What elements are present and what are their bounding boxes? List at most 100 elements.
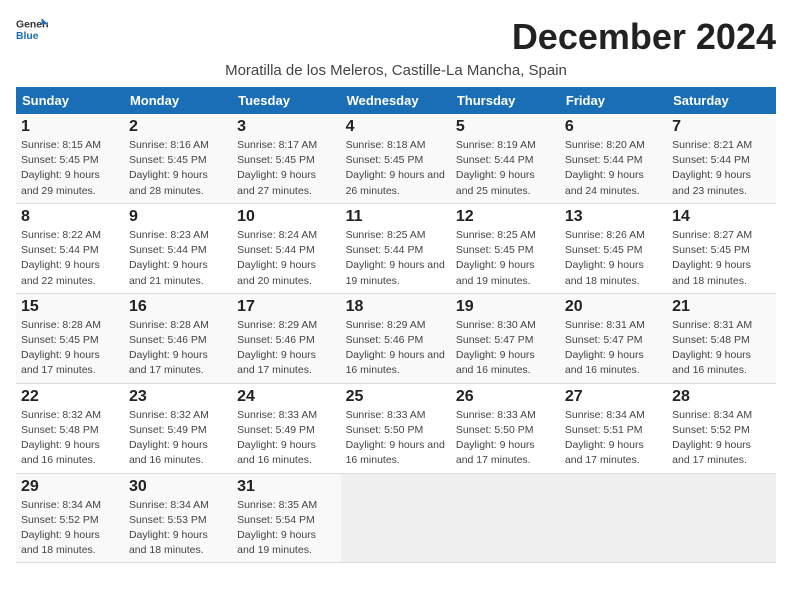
day-info: Sunrise: 8:29 AMSunset: 5:46 PMDaylight:… xyxy=(346,319,445,377)
calendar-body: 1 Sunrise: 8:15 AMSunset: 5:45 PMDayligh… xyxy=(16,114,776,563)
day-info: Sunrise: 8:25 AMSunset: 5:44 PMDaylight:… xyxy=(346,229,445,287)
calendar-cell: 23 Sunrise: 8:32 AMSunset: 5:49 PMDaylig… xyxy=(124,383,232,473)
day-info: Sunrise: 8:32 AMSunset: 5:49 PMDaylight:… xyxy=(129,409,209,467)
weekday-header-tuesday: Tuesday xyxy=(232,87,340,114)
calendar-cell: 1 Sunrise: 8:15 AMSunset: 5:45 PMDayligh… xyxy=(16,114,124,203)
day-info: Sunrise: 8:29 AMSunset: 5:46 PMDaylight:… xyxy=(237,319,317,377)
calendar-cell: 25 Sunrise: 8:33 AMSunset: 5:50 PMDaylig… xyxy=(341,383,451,473)
day-number: 17 xyxy=(237,298,335,316)
calendar-cell: 11 Sunrise: 8:25 AMSunset: 5:44 PMDaylig… xyxy=(341,203,451,293)
day-info: Sunrise: 8:30 AMSunset: 5:47 PMDaylight:… xyxy=(456,319,536,377)
day-number: 9 xyxy=(129,208,227,226)
calendar-cell: 29 Sunrise: 8:34 AMSunset: 5:52 PMDaylig… xyxy=(16,473,124,563)
calendar-table: SundayMondayTuesdayWednesdayThursdayFrid… xyxy=(16,87,776,563)
calendar-cell: 24 Sunrise: 8:33 AMSunset: 5:49 PMDaylig… xyxy=(232,383,340,473)
calendar-cell: 4 Sunrise: 8:18 AMSunset: 5:45 PMDayligh… xyxy=(341,114,451,203)
svg-text:Blue: Blue xyxy=(16,31,39,42)
day-number: 2 xyxy=(129,118,227,136)
day-info: Sunrise: 8:21 AMSunset: 5:44 PMDaylight:… xyxy=(672,139,752,197)
day-info: Sunrise: 8:33 AMSunset: 5:50 PMDaylight:… xyxy=(346,409,445,467)
calendar-cell: 7 Sunrise: 8:21 AMSunset: 5:44 PMDayligh… xyxy=(667,114,776,203)
day-info: Sunrise: 8:20 AMSunset: 5:44 PMDaylight:… xyxy=(565,139,645,197)
weekday-header-friday: Friday xyxy=(560,87,667,114)
weekday-header-wednesday: Wednesday xyxy=(341,87,451,114)
calendar-cell: 12 Sunrise: 8:25 AMSunset: 5:45 PMDaylig… xyxy=(451,203,560,293)
day-info: Sunrise: 8:18 AMSunset: 5:45 PMDaylight:… xyxy=(346,139,445,197)
day-number: 16 xyxy=(129,298,227,316)
day-number: 5 xyxy=(456,118,555,136)
day-number: 26 xyxy=(456,388,555,406)
day-number: 30 xyxy=(129,478,227,496)
day-info: Sunrise: 8:28 AMSunset: 5:46 PMDaylight:… xyxy=(129,319,209,377)
day-number: 11 xyxy=(346,208,446,226)
calendar-cell: 8 Sunrise: 8:22 AMSunset: 5:44 PMDayligh… xyxy=(16,203,124,293)
day-number: 10 xyxy=(237,208,335,226)
calendar-week-row: 15 Sunrise: 8:28 AMSunset: 5:45 PMDaylig… xyxy=(16,293,776,383)
location-title: Moratilla de los Meleros, Castille-La Ma… xyxy=(16,62,776,79)
day-info: Sunrise: 8:35 AMSunset: 5:54 PMDaylight:… xyxy=(237,499,317,557)
day-info: Sunrise: 8:33 AMSunset: 5:50 PMDaylight:… xyxy=(456,409,536,467)
day-info: Sunrise: 8:16 AMSunset: 5:45 PMDaylight:… xyxy=(129,139,209,197)
day-number: 23 xyxy=(129,388,227,406)
day-number: 31 xyxy=(237,478,335,496)
day-info: Sunrise: 8:34 AMSunset: 5:52 PMDaylight:… xyxy=(21,499,101,557)
calendar-cell xyxy=(667,473,776,563)
day-info: Sunrise: 8:31 AMSunset: 5:47 PMDaylight:… xyxy=(565,319,645,377)
day-number: 14 xyxy=(672,208,771,226)
day-info: Sunrise: 8:23 AMSunset: 5:44 PMDaylight:… xyxy=(129,229,209,287)
calendar-week-row: 29 Sunrise: 8:34 AMSunset: 5:52 PMDaylig… xyxy=(16,473,776,563)
day-number: 25 xyxy=(346,388,446,406)
day-number: 27 xyxy=(565,388,662,406)
calendar-cell: 15 Sunrise: 8:28 AMSunset: 5:45 PMDaylig… xyxy=(16,293,124,383)
day-number: 19 xyxy=(456,298,555,316)
day-number: 12 xyxy=(456,208,555,226)
logo-icon: General Blue xyxy=(16,16,48,44)
calendar-cell xyxy=(560,473,667,563)
day-number: 24 xyxy=(237,388,335,406)
weekday-header-sunday: Sunday xyxy=(16,87,124,114)
calendar-cell xyxy=(341,473,451,563)
day-info: Sunrise: 8:25 AMSunset: 5:45 PMDaylight:… xyxy=(456,229,536,287)
calendar-cell: 28 Sunrise: 8:34 AMSunset: 5:52 PMDaylig… xyxy=(667,383,776,473)
day-number: 18 xyxy=(346,298,446,316)
calendar-cell: 30 Sunrise: 8:34 AMSunset: 5:53 PMDaylig… xyxy=(124,473,232,563)
day-info: Sunrise: 8:24 AMSunset: 5:44 PMDaylight:… xyxy=(237,229,317,287)
calendar-cell: 2 Sunrise: 8:16 AMSunset: 5:45 PMDayligh… xyxy=(124,114,232,203)
day-info: Sunrise: 8:15 AMSunset: 5:45 PMDaylight:… xyxy=(21,139,101,197)
calendar-week-row: 1 Sunrise: 8:15 AMSunset: 5:45 PMDayligh… xyxy=(16,114,776,203)
day-info: Sunrise: 8:34 AMSunset: 5:52 PMDaylight:… xyxy=(672,409,752,467)
day-info: Sunrise: 8:31 AMSunset: 5:48 PMDaylight:… xyxy=(672,319,752,377)
day-info: Sunrise: 8:28 AMSunset: 5:45 PMDaylight:… xyxy=(21,319,101,377)
calendar-header-row: SundayMondayTuesdayWednesdayThursdayFrid… xyxy=(16,87,776,114)
day-number: 28 xyxy=(672,388,771,406)
day-number: 13 xyxy=(565,208,662,226)
day-info: Sunrise: 8:19 AMSunset: 5:44 PMDaylight:… xyxy=(456,139,536,197)
day-number: 15 xyxy=(21,298,119,316)
calendar-cell: 16 Sunrise: 8:28 AMSunset: 5:46 PMDaylig… xyxy=(124,293,232,383)
day-info: Sunrise: 8:34 AMSunset: 5:53 PMDaylight:… xyxy=(129,499,209,557)
calendar-week-row: 22 Sunrise: 8:32 AMSunset: 5:48 PMDaylig… xyxy=(16,383,776,473)
calendar-cell: 9 Sunrise: 8:23 AMSunset: 5:44 PMDayligh… xyxy=(124,203,232,293)
calendar-cell: 13 Sunrise: 8:26 AMSunset: 5:45 PMDaylig… xyxy=(560,203,667,293)
calendar-cell: 17 Sunrise: 8:29 AMSunset: 5:46 PMDaylig… xyxy=(232,293,340,383)
day-info: Sunrise: 8:26 AMSunset: 5:45 PMDaylight:… xyxy=(565,229,645,287)
calendar-cell xyxy=(451,473,560,563)
day-info: Sunrise: 8:34 AMSunset: 5:51 PMDaylight:… xyxy=(565,409,645,467)
month-title: December 2024 xyxy=(512,16,776,58)
calendar-cell: 14 Sunrise: 8:27 AMSunset: 5:45 PMDaylig… xyxy=(667,203,776,293)
day-number: 22 xyxy=(21,388,119,406)
day-number: 1 xyxy=(21,118,119,136)
calendar-cell: 19 Sunrise: 8:30 AMSunset: 5:47 PMDaylig… xyxy=(451,293,560,383)
calendar-cell: 26 Sunrise: 8:33 AMSunset: 5:50 PMDaylig… xyxy=(451,383,560,473)
calendar-week-row: 8 Sunrise: 8:22 AMSunset: 5:44 PMDayligh… xyxy=(16,203,776,293)
calendar-cell: 27 Sunrise: 8:34 AMSunset: 5:51 PMDaylig… xyxy=(560,383,667,473)
day-number: 7 xyxy=(672,118,771,136)
page-header: General Blue December 2024 xyxy=(16,16,776,58)
day-info: Sunrise: 8:17 AMSunset: 5:45 PMDaylight:… xyxy=(237,139,317,197)
day-number: 8 xyxy=(21,208,119,226)
day-number: 29 xyxy=(21,478,119,496)
weekday-header-monday: Monday xyxy=(124,87,232,114)
calendar-cell: 22 Sunrise: 8:32 AMSunset: 5:48 PMDaylig… xyxy=(16,383,124,473)
logo: General Blue xyxy=(16,16,50,44)
day-number: 20 xyxy=(565,298,662,316)
